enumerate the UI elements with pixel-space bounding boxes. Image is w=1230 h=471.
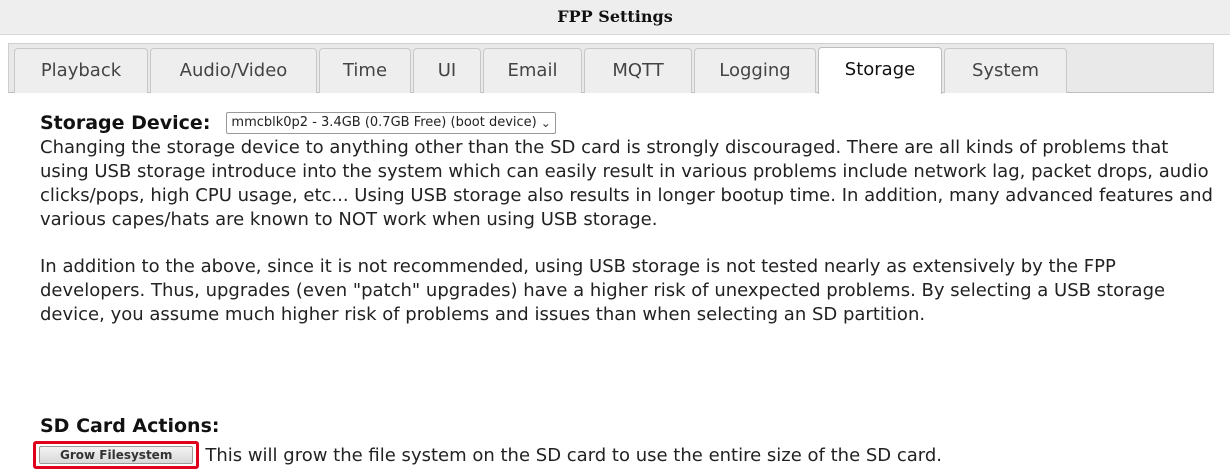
page-title: FPP Settings [0,0,1230,35]
storage-panel: Storage Device: mmcblk0p2 - 3.4GB (0.7GB… [33,110,1220,469]
storage-device-value: mmcblk0p2 - 3.4GB (0.7GB Free) (boot dev… [231,115,537,130]
storage-device-select[interactable]: mmcblk0p2 - 3.4GB (0.7GB Free) (boot dev… [226,112,556,134]
tab-time[interactable]: Time [319,48,411,93]
grow-button-highlight: Grow Filesystem [33,441,200,469]
grow-filesystem-description: This will grow the file system on the SD… [205,444,943,466]
storage-device-label: Storage Device: [40,112,211,134]
tab-ui[interactable]: UI [413,48,481,93]
sd-card-actions-row: Grow Filesystem This will grow the file … [33,441,942,469]
tab-storage[interactable]: Storage [818,47,942,94]
usb-warning-text: Changing the storage device to anything … [40,137,1213,230]
chevron-down-icon: ⌄ [540,116,551,130]
tab-logging[interactable]: Logging [694,48,816,93]
tab-mqtt[interactable]: MQTT [584,48,692,93]
usb-risk-text: In addition to the above, since it is no… [40,256,1166,325]
tab-system[interactable]: System [944,48,1067,93]
settings-tab-bar: Playback Audio/Video Time UI Email MQTT … [8,43,1214,94]
storage-device-row: Storage Device: mmcblk0p2 - 3.4GB (0.7GB… [40,110,1220,136]
grow-filesystem-button[interactable]: Grow Filesystem [39,446,194,464]
tab-email[interactable]: Email [483,48,582,93]
tab-playback[interactable]: Playback [14,48,148,93]
tab-audio-video[interactable]: Audio/Video [150,48,317,93]
sd-card-actions-label: SD Card Actions: [40,415,220,437]
